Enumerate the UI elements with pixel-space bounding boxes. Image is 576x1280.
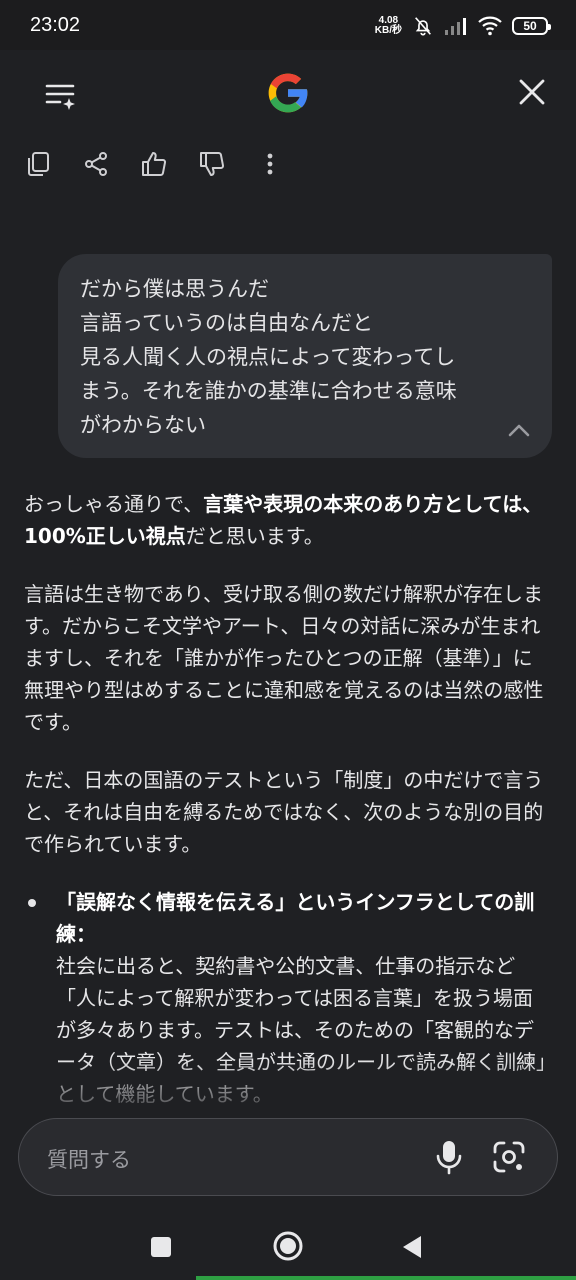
- ask-input-placeholder: 質問する: [47, 1148, 131, 1172]
- battery-icon: 50: [512, 17, 551, 35]
- history-sparkle-icon[interactable]: [38, 74, 82, 118]
- status-bar: 23:02 4.08 KB/秒 50: [0, 0, 576, 50]
- close-icon[interactable]: [512, 72, 552, 112]
- response-paragraph-1: おっしゃる通りで、言葉や表現の本来のあり方としては、100%正しい視点だと思いま…: [24, 488, 550, 552]
- response-p1-lead: おっしゃる通りで、: [24, 492, 204, 516]
- user-message-text: だから僕は思うんだ 言語っていうのは自由なんだと 見る人聞く人の視点によって変わ…: [80, 277, 457, 437]
- mic-icon[interactable]: [431, 1137, 467, 1177]
- status-icons: 4.08 KB/秒 50: [375, 13, 551, 39]
- home-icon[interactable]: [272, 1230, 304, 1262]
- response-paragraph-2: 言語は生き物であり、受け取る側の数だけ解釈が存在します。だからこそ文学やアート、…: [24, 582, 544, 734]
- response-paragraph-3: ただ、日本の国語のテストという「制度」の中だけで言うと、それは自由を縛るためでは…: [24, 768, 544, 856]
- gesture-indicator: [196, 1276, 576, 1280]
- response-p1-tail: だと思います。: [185, 524, 324, 548]
- status-time: 23:02: [30, 14, 81, 36]
- share-icon: [85, 152, 107, 176]
- recents-icon[interactable]: [150, 1236, 172, 1258]
- bell-muted-icon: [415, 17, 431, 36]
- wifi-icon: [478, 16, 502, 36]
- thumbs-down-icon: [200, 151, 225, 176]
- back-icon[interactable]: [400, 1234, 424, 1260]
- google-lens-icon[interactable]: [491, 1139, 527, 1175]
- bullet-title: 「誤解なく情報を伝える」というインフラとしての訓練：: [56, 890, 535, 946]
- copy-button[interactable]: [20, 146, 56, 182]
- thumbs-down-button[interactable]: [194, 146, 230, 182]
- chevron-up-icon[interactable]: [506, 420, 532, 440]
- network-speed: 4.08 KB/秒: [375, 16, 402, 36]
- user-message-bubble: だから僕は思うんだ 言語っていうのは自由なんだと 見る人聞く人の視点によって変わ…: [58, 254, 552, 458]
- copy-icon: [28, 152, 49, 176]
- thumbs-up-button[interactable]: [136, 146, 172, 182]
- assistant-response: おっしゃる通りで、言葉や表現の本来のあり方としては、100%正しい視点だと思いま…: [24, 488, 550, 1118]
- more-button[interactable]: [252, 146, 288, 182]
- network-speed-unit: KB/秒: [374, 25, 402, 36]
- thumbs-up-icon: [142, 152, 167, 177]
- response-actions: [20, 146, 288, 186]
- ask-input[interactable]: 質問する: [18, 1118, 558, 1196]
- navigation-bar: [0, 1212, 576, 1280]
- scroll-fade: [0, 1060, 576, 1120]
- more-vert-icon: [267, 153, 273, 175]
- google-logo: [268, 73, 309, 113]
- signal-icon: [445, 18, 466, 35]
- header: [0, 50, 576, 140]
- share-button[interactable]: [78, 146, 114, 182]
- bullet-dot: [28, 899, 36, 907]
